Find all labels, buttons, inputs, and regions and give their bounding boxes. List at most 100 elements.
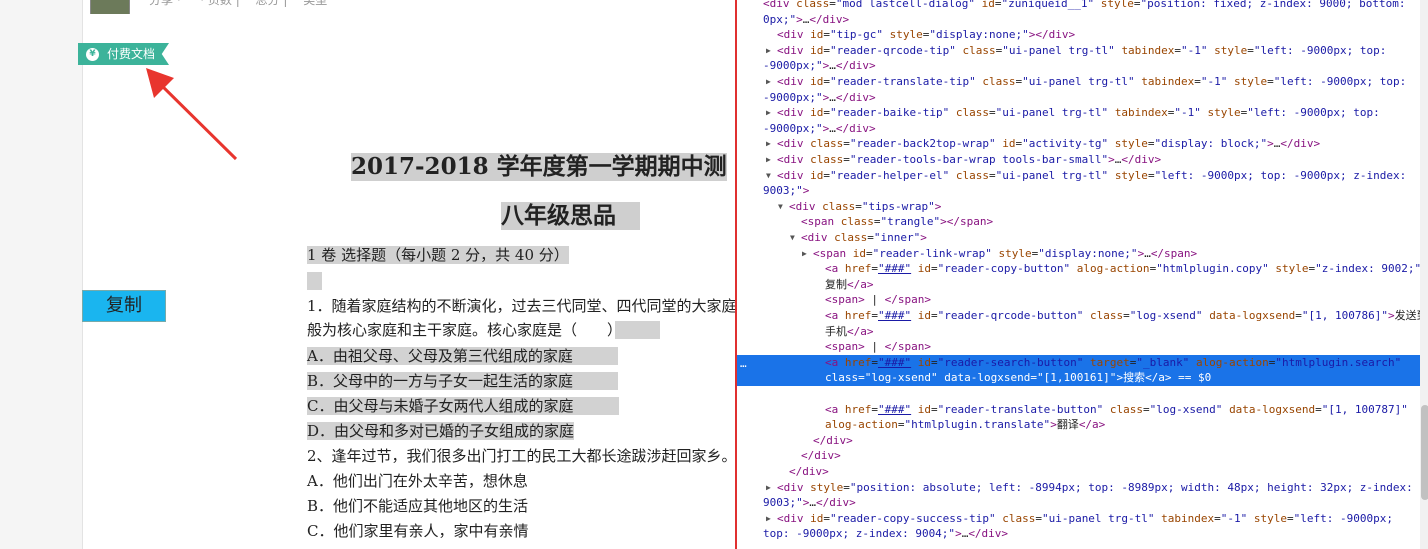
copy-button[interactable]: 复制 — [82, 290, 166, 322]
dom-node-line[interactable]: </div> — [813, 433, 853, 449]
dom-node-line[interactable]: ▶ <div class="reader-back2top-wrap" id="a… — [766, 136, 1321, 152]
doc-title-line1: 2017-2018 学年度第一学期期中测 — [351, 153, 727, 181]
more-icon[interactable]: … — [740, 357, 747, 370]
highlight-pad — [572, 347, 618, 365]
dom-node-line[interactable]: <a href="###" id="reader-translate-butto… — [825, 402, 1408, 418]
dom-node-markup: <a href="###" id="reader-copy-button" al… — [825, 262, 1428, 276]
dom-node-line[interactable]: ▶ <div class="reader-tools-bar-wrap tools… — [766, 152, 1162, 168]
doc-title-year: 2017-2018 — [351, 153, 489, 180]
dom-node-line[interactable]: ▶ <div id="reader-copy-success-tip" class… — [766, 511, 1393, 527]
collapse-triangle-icon[interactable]: ▼ — [790, 230, 795, 246]
dom-node-markup: <div class="mod lastcell-dialog" id="zun… — [763, 0, 1406, 10]
dom-node-line[interactable]: -9000px;">…</div> — [763, 58, 876, 74]
expand-triangle-icon[interactable]: ▶ — [802, 246, 807, 262]
dom-node-line[interactable]: <div id="tip-gc" style="display:none;"><… — [777, 27, 1075, 43]
dom-node-line[interactable]: top: -9000px; z-index: 9004;">…</div> — [763, 526, 1008, 542]
paid-document-tag[interactable]: ¥ 付费文档 — [78, 43, 170, 65]
document-line: D．由父母和多对已婚的子女组成的家庭 — [307, 421, 575, 441]
dom-node-markup: 9003;"> — [763, 184, 810, 198]
dom-node-line[interactable]: <a href="###" id="reader-search-button" … — [825, 355, 1401, 371]
document-line-text: 1．随着家庭结构的不断演化，过去三代同堂、四代同堂的大家庭已基 — [307, 297, 735, 315]
dom-node-line[interactable]: ▶ <div id="reader-baike-tip" class="ui-pa… — [766, 105, 1380, 121]
collapse-triangle-icon[interactable]: ▼ — [766, 168, 771, 184]
document-line-text: 1 卷 选择题（每小题 2 分，共 40 分） — [307, 246, 569, 264]
highlight-pad — [573, 397, 619, 415]
dom-node-line[interactable]: <span> | </span> — [825, 292, 931, 308]
dom-node-line[interactable]: <a href="###" id="reader-qrcode-button" … — [825, 308, 1428, 324]
expand-triangle-icon[interactable]: ▶ — [766, 152, 771, 168]
dom-node-markup: <a href="###" id="reader-search-button" … — [825, 355, 1402, 369]
dom-node-markup: <span> | </span> — [825, 387, 931, 400]
dom-node-line[interactable]: 手机</a> — [825, 324, 874, 340]
dom-node-line[interactable]: class="log-xsend" data-logxsend="[1,1001… — [825, 370, 1211, 386]
document-line-text: A．他们出门在外太辛苦，想休息 — [307, 472, 528, 490]
dom-node-markup: <div class="reader-back2top-wrap" id="ac… — [777, 137, 1321, 151]
red-arrow-annotation — [146, 68, 238, 161]
dom-node-markup: <span id="reader-link-wrap" style="displ… — [813, 246, 1198, 260]
document-line-text: 2、逢年过节，我们很多出门打工的民工大都长途跋涉赶回家乡。这是 — [307, 447, 735, 465]
doc-title-rest: 学年度第一学期期中测 — [496, 153, 727, 180]
dom-node-markup: class="log-xsend" data-logxsend="[1,1001… — [825, 371, 1212, 385]
document-line: B．他们不能适应其他地区的生活 — [307, 496, 528, 516]
avatar[interactable] — [90, 0, 130, 14]
dom-node-markup: <div class="reader-tools-bar-wrap tools-… — [777, 153, 1162, 166]
dom-node-line[interactable]: <span> | </span> — [825, 386, 931, 402]
dom-node-line[interactable]: <span> | </span> — [825, 339, 931, 355]
document-line: A．由祖父母、父母及第三代组成的家庭 — [307, 346, 618, 366]
dom-node-markup: <span class="trangle"></span> — [801, 215, 994, 229]
dom-node-markup: </div> — [801, 449, 841, 463]
dom-node-markup: <div class="tips-wrap"> — [789, 199, 942, 213]
dom-node-markup: <div id="tip-gc" style="display:none;"><… — [777, 28, 1076, 42]
scrollbar[interactable] — [1420, 0, 1428, 549]
expand-triangle-icon[interactable]: ▶ — [766, 105, 771, 121]
yen-icon: ¥ — [86, 48, 99, 61]
dom-node-markup: -9000px;">…</div> — [763, 90, 876, 104]
expand-triangle-icon[interactable]: ▶ — [766, 74, 771, 90]
dom-node-line[interactable]: 9003;">…</div> — [763, 495, 856, 511]
dom-node-line[interactable]: ▼ <div class="inner"> — [790, 230, 927, 246]
expand-triangle-icon[interactable]: ▶ — [766, 480, 771, 496]
dom-node-line[interactable]: <div class="mod lastcell-dialog" id="zun… — [763, 0, 1405, 12]
dom-node-line[interactable]: </div> — [801, 448, 841, 464]
document-header: 分享 · · 页数 | 总分 | 类型 — [83, 0, 735, 14]
dom-node-line[interactable]: -9000px;">…</div> — [763, 90, 876, 106]
dom-node-markup: alog-action="htmlplugin.translate">翻译</a… — [825, 418, 1106, 432]
document-line-text: C．他们家里有亲人，家中有亲情 — [307, 522, 529, 540]
expand-triangle-icon[interactable]: ▶ — [766, 136, 771, 152]
document-line-text: B．父母中的一方与子女一起生活的家庭 — [307, 372, 574, 390]
scrollbar-thumb[interactable] — [1421, 405, 1428, 500]
document-line: 般为核心家庭和主干家庭。核心家庭是（ ） — [307, 320, 660, 340]
dom-node-line[interactable]: 9003;"> — [763, 183, 809, 199]
highlight-pad — [573, 372, 619, 390]
document-line: 1 卷 选择题（每小题 2 分，共 40 分） — [307, 245, 569, 265]
dom-node-markup: <div id="reader-baike-tip" class="ui-pan… — [777, 106, 1380, 120]
expand-triangle-icon[interactable]: ▶ — [766, 511, 771, 527]
dom-node-line[interactable]: 复制</a> — [825, 277, 874, 293]
dom-node-markup: 0px;">…</div> — [763, 12, 850, 26]
dom-node-line[interactable]: </div> — [789, 464, 829, 480]
doc-title-text: 八年级思品 — [501, 202, 616, 229]
dom-node-markup: top: -9000px; z-index: 9004;">…</div> — [763, 527, 1009, 541]
document-line: 2、逢年过节，我们很多出门打工的民工大都长途跋涉赶回家乡。这是 — [307, 446, 735, 466]
dom-node-line[interactable]: ▶ <span id="reader-link-wrap" style="disp… — [802, 246, 1198, 262]
dom-node-line[interactable]: ▼ <div id="reader-helper-el" class="ui-pa… — [766, 168, 1406, 184]
dom-node-line[interactable]: <a href="###" id="reader-copy-button" al… — [825, 261, 1428, 277]
dom-node-markup: <a href="###" id="reader-qrcode-button" … — [825, 309, 1428, 322]
dom-node-line[interactable]: ▼ <div class="tips-wrap"> — [778, 199, 942, 215]
dom-node-line[interactable]: ▶ <div id="reader-qrcode-tip" class="ui-p… — [766, 43, 1386, 59]
devtools-elements-panel[interactable]: … class="log-xsend" data-logxsend="[1,100… — [735, 0, 1428, 549]
dom-node-line[interactable]: -9000px;">…</div> — [763, 121, 876, 137]
dom-node-markup: </div> — [789, 465, 829, 478]
dom-node-line[interactable]: ▶ <div id="reader-translate-tip" class="u… — [766, 74, 1406, 90]
dom-node-line[interactable]: 0px;">…</div> — [763, 12, 849, 28]
document-line-text: A．由祖父母、父母及第三代组成的家庭 — [307, 347, 573, 365]
dom-node-line[interactable]: <span class="trangle"></span> — [801, 214, 993, 230]
dom-node-markup: <div style="position: absolute; left: -8… — [777, 480, 1413, 494]
collapse-triangle-icon[interactable]: ▼ — [778, 199, 783, 215]
doc-title-line2: 八年级思品 — [501, 202, 641, 230]
dom-node-markup: <div class="inner"> — [801, 231, 927, 244]
dom-node-markup: -9000px;">…</div> — [763, 59, 876, 73]
dom-node-line[interactable]: ▶ <div style="position: absolute; left: -… — [766, 480, 1413, 496]
dom-node-line[interactable]: alog-action="htmlplugin.translate">翻译</a… — [825, 417, 1105, 433]
expand-triangle-icon[interactable]: ▶ — [766, 43, 771, 59]
